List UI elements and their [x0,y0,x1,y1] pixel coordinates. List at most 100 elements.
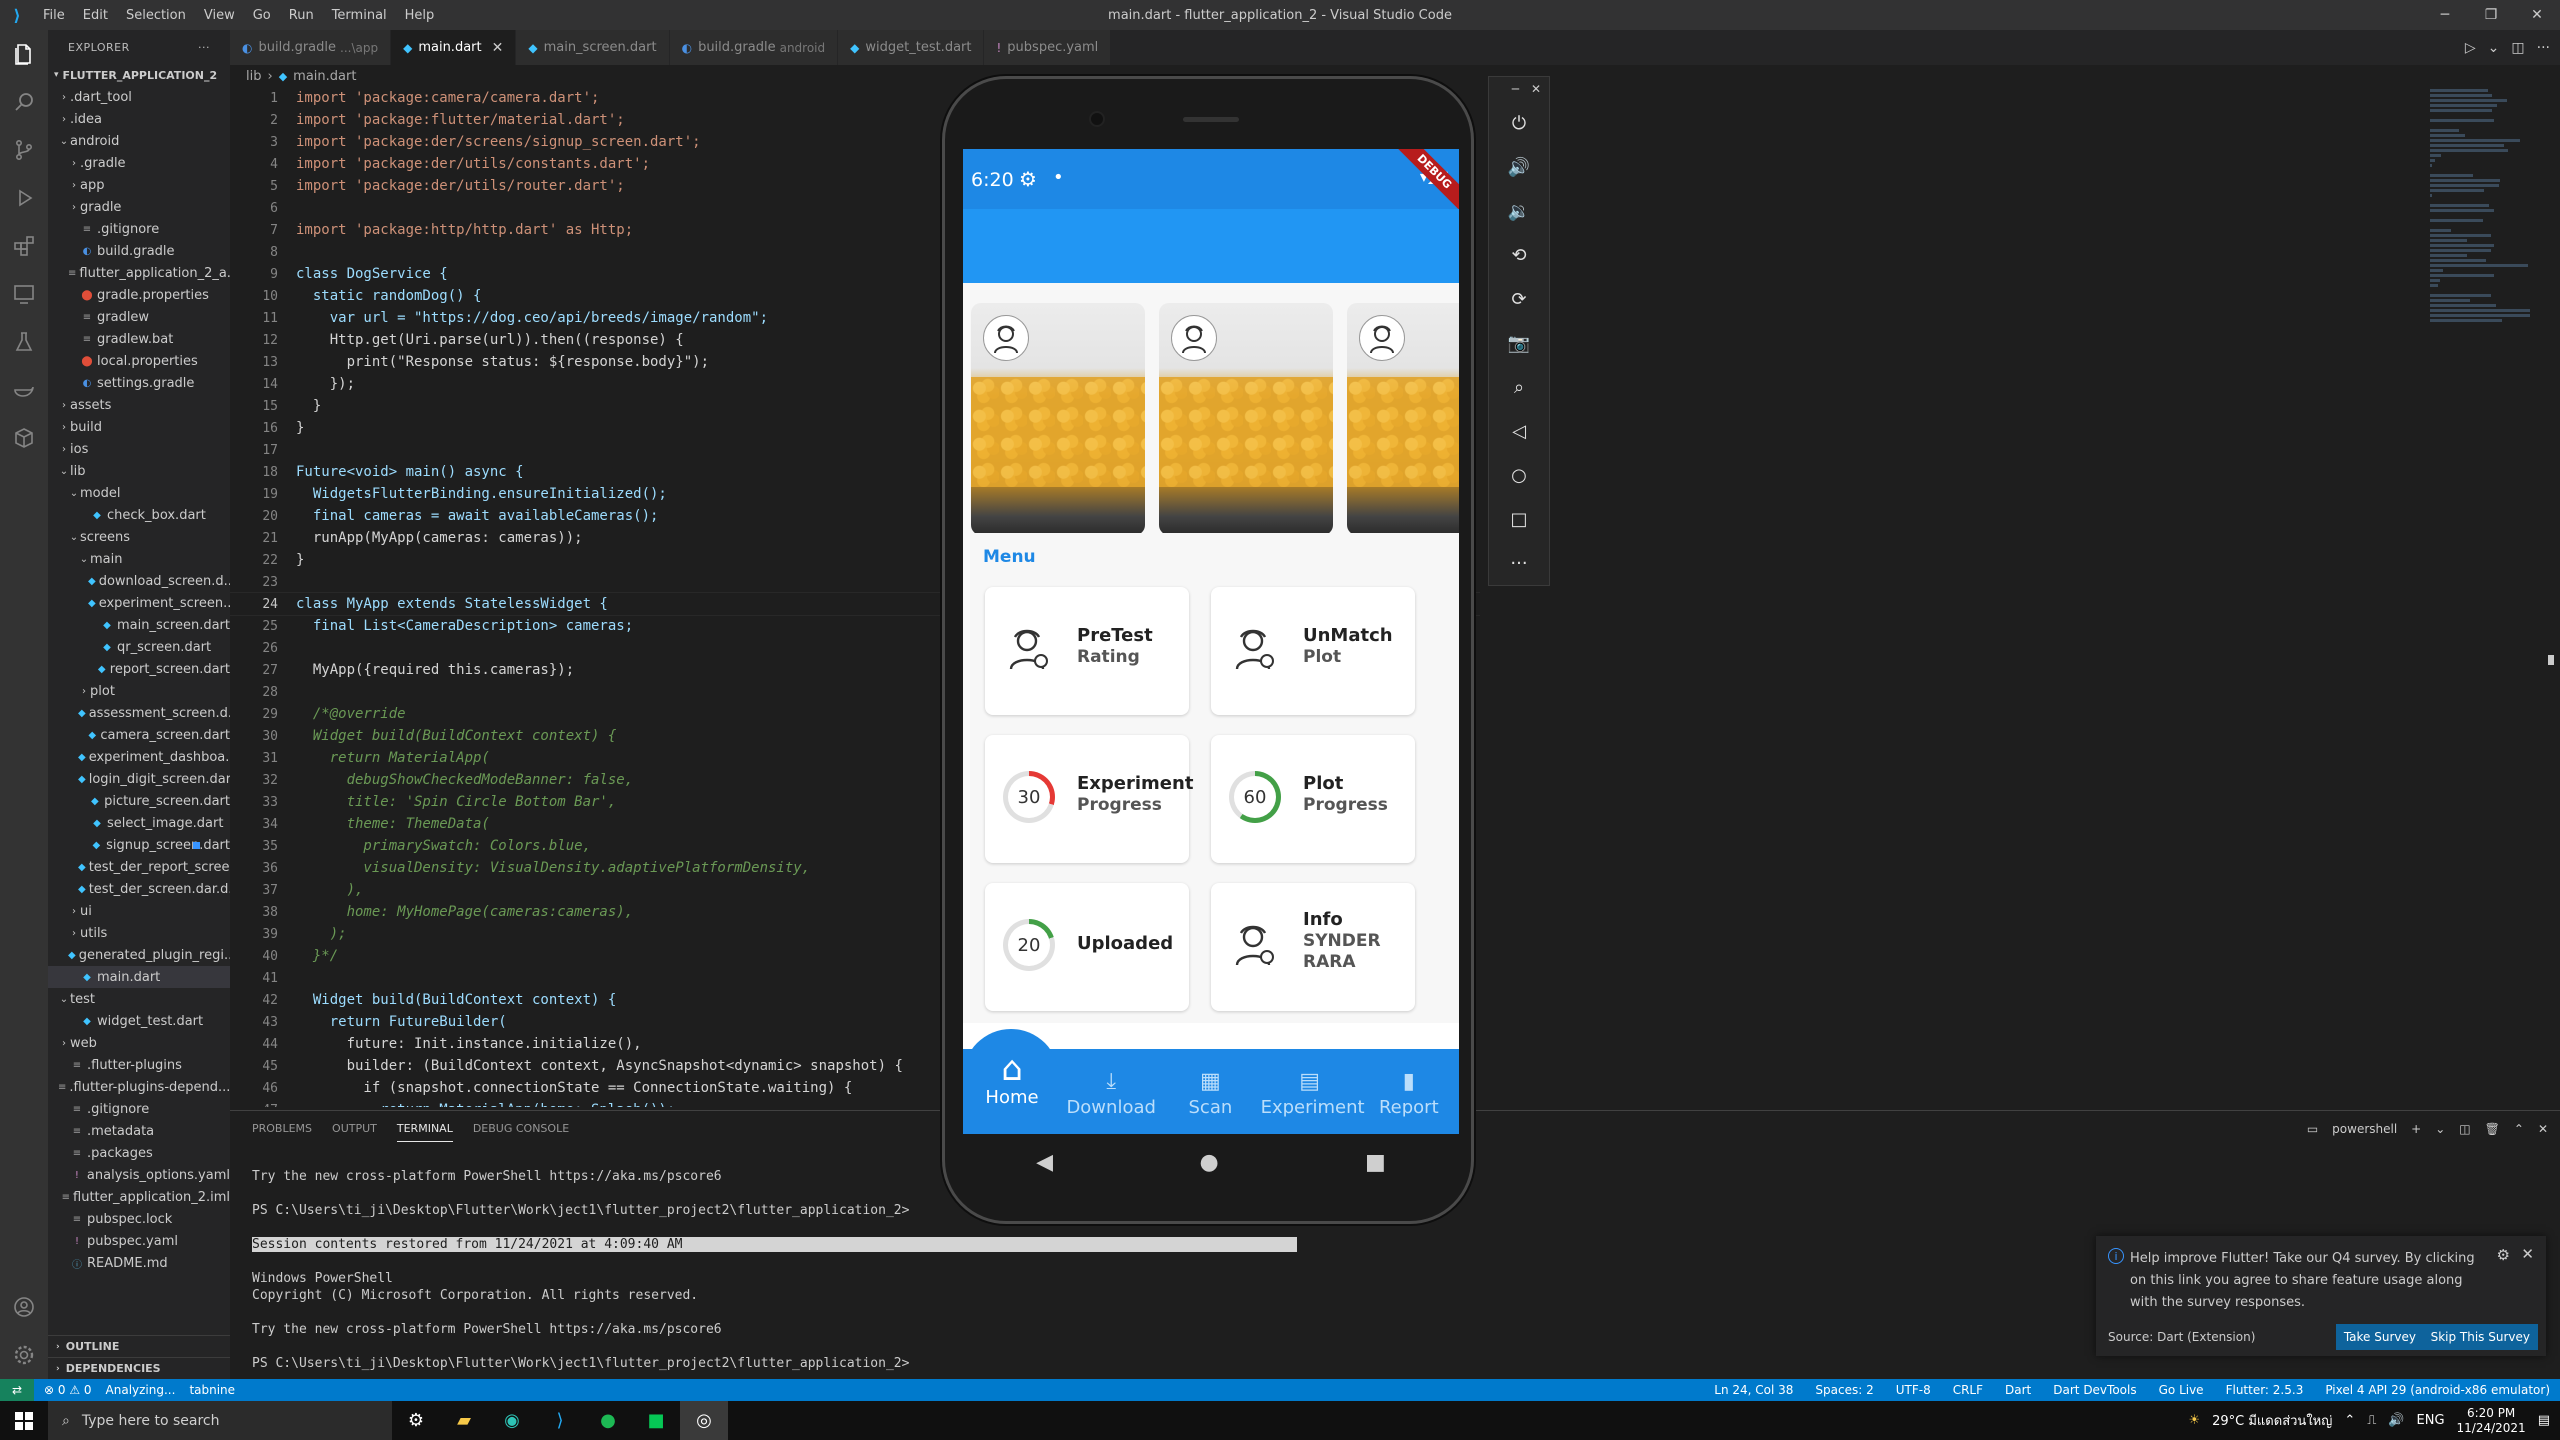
menu-card-uploaded[interactable]: 20 Uploaded [985,883,1189,1011]
tree-file[interactable]: ◆ signup_screen.dart [48,834,231,856]
menu-card-pretest[interactable]: PreTest Rating [985,587,1189,715]
rotate-left-icon[interactable]: ⟲ [1489,233,1549,277]
tree-folder[interactable]: › .gradle [48,152,230,174]
tree-file[interactable]: ≡ flutter_application_2_a... [48,262,230,284]
line-icon[interactable]: ■ [632,1401,680,1440]
tree-folder[interactable]: ⌄ model [48,482,230,504]
minimize-icon[interactable]: ─ [2422,0,2468,30]
panel-tab-debug-console[interactable]: DEBUG CONSOLE [473,1122,569,1135]
image-carousel[interactable] [963,283,1459,533]
status-right-item[interactable]: Dart [2005,1383,2031,1397]
tree-file[interactable]: ! analysis_options.yaml [48,1164,230,1186]
source-control-icon[interactable] [0,126,48,174]
tree-file[interactable]: ◆ main.dart [48,966,230,988]
new-terminal-icon[interactable]: + [2411,1122,2421,1136]
docker-icon[interactable] [0,366,48,414]
minimap[interactable] [2430,87,2540,322]
status-right-item[interactable]: Dart DevTools [2053,1383,2136,1397]
taskbar-search[interactable]: ⌕ Type here to search [48,1401,392,1440]
nav-home[interactable]: ⌂ Home [963,1049,1061,1108]
chevron-down-icon[interactable]: ⌄ [2488,40,2500,56]
status-left-item[interactable]: Analyzing... [106,1383,176,1397]
testing-icon[interactable] [0,318,48,366]
tree-folder[interactable]: › app [48,174,230,196]
tree-file[interactable]: ≡ .flutter-plugins [48,1054,230,1076]
menu-item-help[interactable]: Help [396,8,444,23]
panel-tab-output[interactable]: OUTPUT [332,1122,377,1135]
overview-icon[interactable]: □ [1489,497,1549,541]
language-indicator[interactable]: ENG [2417,1413,2445,1428]
power-icon[interactable]: ⏻ [1489,101,1549,145]
nav-download[interactable]: ⤓ Download [1062,1069,1160,1118]
menu-item-view[interactable]: View [195,8,244,23]
tree-folder[interactable]: › .dart_tool [48,86,230,108]
android-studio-icon[interactable]: ◎ [680,1401,728,1440]
status-right-item[interactable]: Go Live [2159,1383,2204,1397]
account-icon[interactable] [0,1283,48,1331]
tree-folder[interactable]: ⌄ lib [48,460,230,482]
notification-text[interactable]: Help improve Flutter! Take our Q4 survey… [2130,1248,2490,1314]
volume-icon[interactable]: 🔊 [2388,1413,2404,1428]
tree-file[interactable]: ≡ .gitignore [48,218,230,240]
settings-app-icon[interactable]: ⚙ [392,1401,440,1440]
extensions-icon[interactable] [0,222,48,270]
menu-card-experiment[interactable]: 30 Experiment Progress [985,735,1193,863]
tree-file[interactable]: ◆ select_image.dart [48,812,230,834]
tree-file[interactable]: ◆ main_screen.dart [48,614,230,636]
weather-text[interactable]: 29°C มีแดดส่วนใหญ่ [2212,1410,2332,1431]
tree-file[interactable]: ◆ assessment_screen.d... [48,702,230,724]
tree-file[interactable]: ◆ check_box.dart [48,504,230,526]
tab-pubspec-yaml[interactable]: ! pubspec.yaml [984,30,1112,65]
menu-card-plot[interactable]: 60 Plot Progress [1211,735,1415,863]
more-actions-icon[interactable]: ··· [198,41,210,54]
status-right-item[interactable]: CRLF [1953,1383,1983,1397]
gear-icon[interactable]: ⚙ [2497,1246,2510,1264]
rotate-right-icon[interactable]: ⟳ [1489,277,1549,321]
tree-file[interactable]: ◆ experiment_screen.... [48,592,230,614]
menu-item-edit[interactable]: Edit [74,8,117,23]
recents-icon[interactable]: ■ [1365,1150,1386,1175]
menu-item-file[interactable]: File [34,8,74,23]
explorer-icon[interactable] [0,30,48,78]
vscode-app-icon[interactable]: ⟩ [536,1401,584,1440]
tab-main_screen-dart[interactable]: ◆ main_screen.dart [516,30,670,65]
menu-item-run[interactable]: Run [280,8,323,23]
scrollbar-thumb[interactable] [2548,655,2554,665]
tree-file[interactable]: ◆ widget_test.dart [48,1010,230,1032]
tree-folder[interactable]: › assets [48,394,230,416]
trash-icon[interactable]: 🗑 [2485,1122,2500,1136]
tab-build-gradle[interactable]: ◐ build.gradle android [669,30,839,65]
carousel-card[interactable] [1347,303,1459,533]
tree-file[interactable]: ≡ .gitignore [48,1098,230,1120]
panel-tab-terminal[interactable]: TERMINAL [396,1122,453,1142]
tree-file[interactable]: ≡ .metadata [48,1120,230,1142]
screenshot-icon[interactable]: 📷 [1489,321,1549,365]
more-actions-icon[interactable]: ··· [2537,40,2550,56]
search-icon[interactable] [0,78,48,126]
tree-folder[interactable]: › gradle [48,196,230,218]
tree-file[interactable]: ≡ pubspec.lock [48,1208,230,1230]
tree-file[interactable]: ⓘ README.md [48,1252,230,1274]
tree-folder[interactable]: › plot [48,680,230,702]
tree-file[interactable]: ≡ .flutter-plugins-depend... [48,1076,230,1098]
shell-name[interactable]: powershell [2332,1122,2397,1136]
tree-folder[interactable]: ⌄ screens [48,526,230,548]
maximize-panel-icon[interactable]: ⌃ [2514,1122,2524,1136]
remote-icon[interactable]: ⇄ [0,1379,34,1401]
spotify-icon[interactable]: ● [584,1401,632,1440]
tree-folder[interactable]: › .idea [48,108,230,130]
nav-experiment[interactable]: ▤ Experiment [1261,1069,1365,1118]
tree-folder[interactable]: › utils [48,922,230,944]
outline-section[interactable]: › OUTLINE [48,1335,230,1357]
tree-file[interactable]: ◆ camera_screen.dart [48,724,230,746]
tree-folder[interactable]: ⌄ android [48,130,230,152]
tray-chevron-icon[interactable]: ⌃ [2344,1413,2355,1428]
project-root[interactable]: ▾ FLUTTER_APPLICATION_2 [48,64,230,86]
tree-file[interactable]: ≡ gradlew [48,306,230,328]
tree-file[interactable]: ! pubspec.yaml [48,1230,230,1252]
carousel-card[interactable] [1159,303,1333,533]
volume-down-icon[interactable]: 🔉 [1489,189,1549,233]
tree-file[interactable]: ≡ .packages [48,1142,230,1164]
tree-file[interactable]: ◆ test_der_report_scree... [48,856,230,878]
tree-file[interactable]: ≡ gradlew.bat [48,328,230,350]
